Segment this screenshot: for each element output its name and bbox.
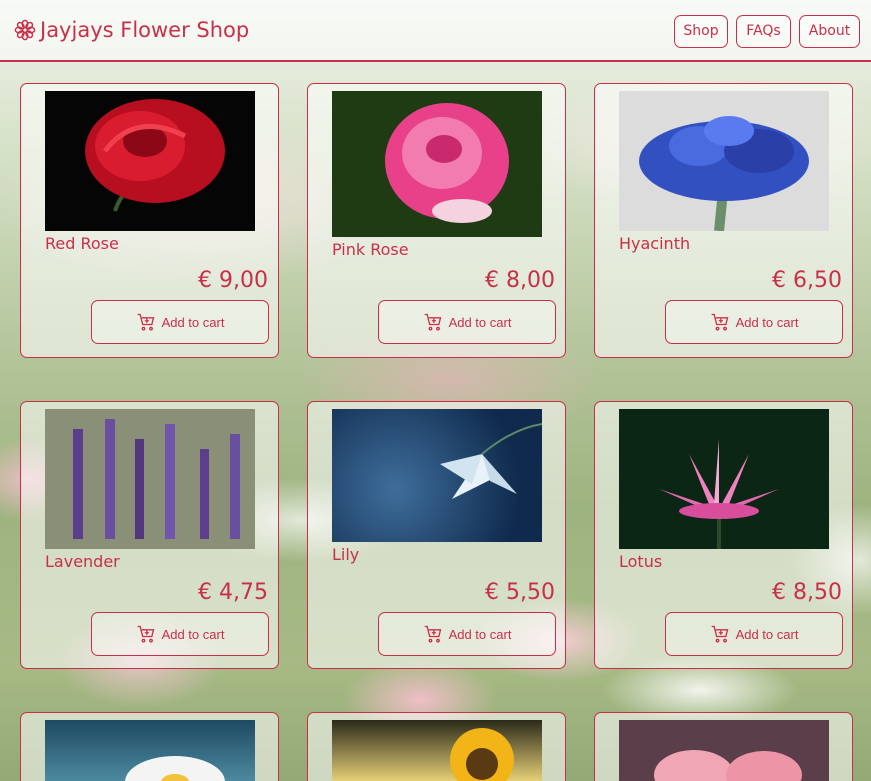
add-to-cart-button[interactable]: Add to cart bbox=[665, 300, 843, 344]
add-to-cart-label: Add to cart bbox=[448, 314, 512, 330]
product-photo bbox=[332, 720, 542, 781]
product-card-daisy bbox=[20, 712, 279, 781]
product-price: € 8,50 bbox=[772, 580, 842, 605]
add-to-cart-label: Add to cart bbox=[735, 626, 799, 642]
product-card-red-rose: Red Rose € 9,00 Add to cart bbox=[20, 83, 279, 358]
main-nav: Shop FAQs About bbox=[674, 13, 860, 48]
product-price: € 6,50 bbox=[772, 268, 842, 293]
product-photo bbox=[619, 720, 829, 781]
add-to-cart-button[interactable]: Add to cart bbox=[665, 612, 843, 656]
add-to-cart-label: Add to cart bbox=[161, 314, 225, 330]
product-price: € 8,00 bbox=[485, 268, 555, 293]
product-price: € 5,50 bbox=[485, 580, 555, 605]
product-card-lavender: Lavender € 4,75 Add to cart bbox=[20, 401, 279, 669]
product-card-lily: Lily € 5,50 Add to cart bbox=[307, 401, 566, 669]
product-card-tulip bbox=[594, 712, 853, 781]
add-to-cart-label: Add to cart bbox=[448, 626, 512, 642]
product-name: Red Rose bbox=[45, 234, 119, 253]
nav-about-button[interactable]: About bbox=[799, 14, 860, 48]
product-photo bbox=[619, 409, 829, 549]
product-price: € 9,00 bbox=[198, 268, 268, 293]
cart-icon bbox=[711, 313, 728, 331]
product-name: Hyacinth bbox=[619, 234, 691, 253]
cart-icon bbox=[137, 313, 154, 331]
add-to-cart-button[interactable]: Add to cart bbox=[378, 300, 556, 344]
product-card-lotus: Lotus € 8,50 Add to cart bbox=[594, 401, 853, 669]
product-photo bbox=[332, 91, 542, 237]
brand-name: Jayjays Flower Shop bbox=[40, 18, 250, 42]
cart-icon bbox=[137, 625, 154, 643]
product-photo bbox=[619, 91, 829, 231]
product-card-hyacinth: Hyacinth € 6,50 Add to cart bbox=[594, 83, 853, 358]
product-photo bbox=[45, 720, 255, 781]
add-to-cart-button[interactable]: Add to cart bbox=[378, 612, 556, 656]
product-name: Lotus bbox=[619, 552, 663, 571]
nav-shop-button[interactable]: Shop bbox=[674, 14, 728, 48]
product-photo bbox=[45, 91, 255, 231]
add-to-cart-label: Add to cart bbox=[735, 314, 799, 330]
add-to-cart-label: Add to cart bbox=[161, 626, 225, 642]
product-card-sunflower bbox=[307, 712, 566, 781]
product-name: Lavender bbox=[45, 552, 120, 571]
flower-logo-icon bbox=[14, 19, 36, 41]
product-price: € 4,75 bbox=[198, 580, 268, 605]
product-photo bbox=[332, 409, 542, 542]
product-photo bbox=[45, 409, 255, 549]
product-name: Lily bbox=[332, 545, 360, 564]
cart-icon bbox=[424, 625, 441, 643]
site-header: Jayjays Flower Shop Shop FAQs About bbox=[0, 0, 871, 62]
nav-faqs-button[interactable]: FAQs bbox=[736, 14, 791, 48]
brand[interactable]: Jayjays Flower Shop bbox=[14, 18, 249, 42]
add-to-cart-button[interactable]: Add to cart bbox=[91, 300, 269, 344]
cart-icon bbox=[424, 313, 441, 331]
add-to-cart-button[interactable]: Add to cart bbox=[91, 612, 269, 656]
product-name: Pink Rose bbox=[332, 240, 409, 259]
cart-icon bbox=[711, 625, 728, 643]
product-card-pink-rose: Pink Rose € 8,00 Add to cart bbox=[307, 83, 566, 358]
